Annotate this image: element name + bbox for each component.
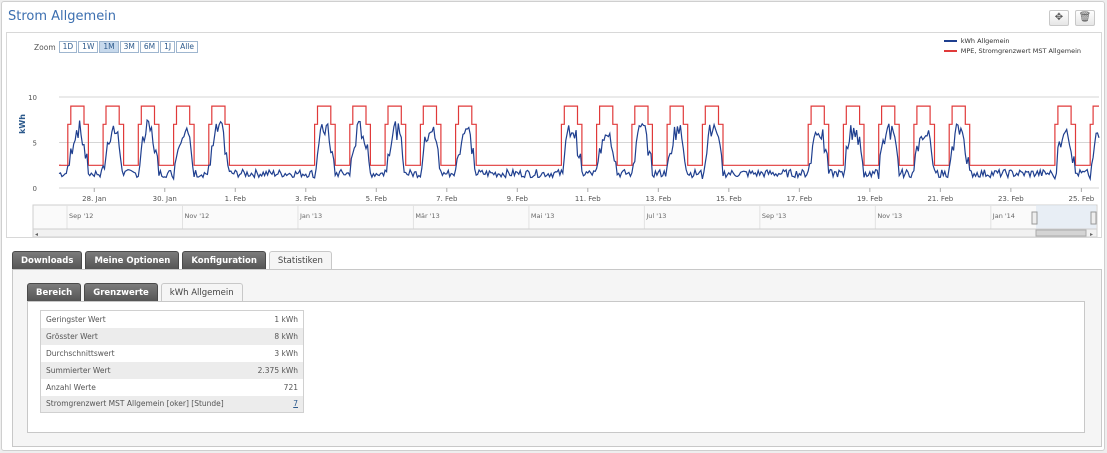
y-axis-label: kWh	[18, 114, 27, 134]
stat-value: 3 kWh	[274, 348, 298, 358]
x-tick-label: 23. Feb	[998, 195, 1024, 203]
statistics-table: Geringster Wert 1 kWh Grösster Wert 8 kW…	[40, 310, 304, 413]
scroll-right-arrow[interactable]: ▸	[1090, 231, 1093, 237]
limit-link[interactable]: 7	[293, 399, 298, 408]
x-tick-label: 3. Feb	[295, 195, 317, 203]
table-row: Anzahl Werte 721	[41, 379, 304, 396]
x-tick-label: 9. Feb	[507, 195, 529, 203]
navigator-tick-label: Mär '13	[415, 212, 439, 220]
stat-label: Grösster Wert	[40, 327, 248, 345]
navigator-selection[interactable]	[1036, 205, 1096, 229]
delete-button[interactable]: 🗑	[1075, 10, 1095, 26]
navigator-tick-label: Sep '13	[762, 212, 786, 220]
tab-kwh-allgemein[interactable]: kWh Allgemein	[160, 283, 243, 302]
chart-area: Zoom 1D 1W 1M 3M 6M 1J Alle kWh Allgemei…	[6, 32, 1102, 238]
stat-label: Stromgrenzwert MST Allgemein [oker] [Stu…	[40, 395, 248, 413]
navigator-handle-left[interactable]	[1031, 211, 1038, 225]
move-icon: ✥	[1054, 12, 1064, 23]
tab-grenzwerte[interactable]: Grenzwerte	[84, 283, 158, 301]
navigator-tick-label: Mai '13	[531, 212, 555, 220]
y-tick-label: 10	[28, 94, 37, 102]
trash-icon: 🗑	[1078, 12, 1092, 23]
scrollbar-thumb[interactable]	[1035, 229, 1087, 237]
navigator-scrollbar[interactable]	[32, 228, 1098, 237]
x-tick-label: 25. Feb	[1068, 195, 1094, 203]
x-tick-label: 7. Feb	[436, 195, 458, 203]
table-row: Geringster Wert 1 kWh	[41, 311, 304, 328]
scroll-left-arrow[interactable]: ◂	[35, 231, 38, 237]
kwh-statistics-panel: Geringster Wert 1 kWh Grösster Wert 8 kW…	[27, 301, 1085, 433]
navigator-tick-label: Jan '14	[992, 212, 1015, 220]
move-button[interactable]: ✥	[1049, 10, 1069, 26]
widget-panel: Strom Allgemein ✥ 🗑 Zoom 1D 1W 1M 3M 6M …	[1, 1, 1105, 451]
x-tick-label: 13. Feb	[645, 195, 671, 203]
navigator-tick-label: Sep '12	[69, 212, 93, 220]
x-tick-label: 11. Feb	[575, 195, 601, 203]
line-chart: 0 5 10 kWh 28. Jan 30. Jan 1. Feb 3. Feb 5. Feb 7…	[18, 94, 1100, 237]
stat-label: Summierter Wert	[40, 361, 248, 379]
stat-label: Geringster Wert	[46, 314, 106, 324]
statistics-panel: Bereich Grenzwerte kWh Allgemein Gerings…	[12, 269, 1102, 447]
navigator-handle-right[interactable]	[1090, 211, 1097, 225]
tab-bereich[interactable]: Bereich	[27, 283, 82, 301]
stat-label: Anzahl Werte	[46, 382, 96, 392]
x-tick-label: 21. Feb	[927, 195, 953, 203]
x-tick-label: 17. Feb	[786, 195, 812, 203]
navigator-tick-label: Nov '12	[184, 212, 209, 220]
x-tick-label: 28. Jan	[82, 195, 106, 203]
tab-downloads[interactable]: Downloads	[12, 251, 83, 269]
table-row: Grösster Wert 8 kWh	[40, 327, 304, 345]
x-tick-label: 1. Feb	[225, 195, 247, 203]
stat-value: 8 kWh	[247, 327, 304, 345]
stat-value: 721	[283, 382, 298, 392]
table-row: Stromgrenzwert MST Allgemein [oker] [Stu…	[40, 395, 304, 413]
tab-statistiken[interactable]: Statistiken	[268, 251, 332, 270]
sub-tabs: Bereich Grenzwerte kWh Allgemein	[27, 283, 246, 302]
panel-title: Strom Allgemein	[8, 9, 117, 24]
series-line-kwh	[58, 118, 1100, 182]
tab-konfiguration[interactable]: Konfiguration	[182, 251, 266, 269]
x-tick-label: 15. Feb	[716, 195, 742, 203]
x-tick-label: 30. Jan	[153, 195, 177, 203]
x-tick-label: 5. Feb	[366, 195, 388, 203]
y-tick-label: 5	[33, 140, 37, 148]
stat-label: Durchschnittswert	[46, 348, 115, 358]
navigator-tick-label: Jul '13	[645, 212, 666, 220]
stat-value: 1 kWh	[274, 314, 298, 324]
navigator-tick-label: Jan '13	[299, 212, 322, 220]
navigator-tick-label: Nov '13	[877, 212, 902, 220]
main-tabs: Downloads Meine Optionen Konfiguration S…	[12, 251, 335, 270]
table-row: Durchschnittswert 3 kWh	[41, 345, 304, 362]
stat-value: 2.375 kWh	[247, 361, 304, 379]
table-row: Summierter Wert 2.375 kWh	[40, 361, 304, 379]
stat-value-link[interactable]: 7	[247, 395, 304, 413]
x-tick-label: 19. Feb	[857, 195, 883, 203]
y-tick-label: 0	[33, 185, 37, 193]
tab-meine-optionen[interactable]: Meine Optionen	[85, 251, 180, 269]
